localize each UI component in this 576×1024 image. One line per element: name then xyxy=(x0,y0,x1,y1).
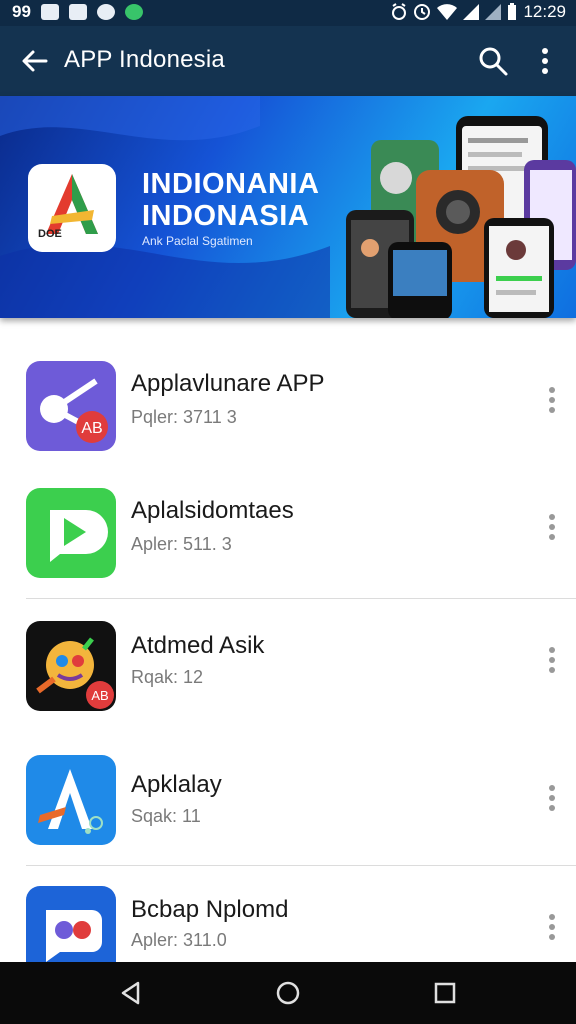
app-detail: Apler: 511. 3 xyxy=(131,534,232,554)
app-robot-icon: AB xyxy=(26,621,116,711)
app-detail: Rqak: 12 xyxy=(131,667,204,687)
status-bar-right: 12:29 xyxy=(391,2,566,22)
status-bar-left-text: 99 xyxy=(12,2,31,21)
banner-logo-text: DOE xyxy=(38,228,62,240)
app-name: Aplalsidomtaes xyxy=(131,497,294,524)
list-item[interactable]: Apklalay Sqak: 11 xyxy=(0,733,576,865)
app-name: Bcbap Nplomd xyxy=(131,896,289,923)
more-vert-icon[interactable] xyxy=(540,512,564,542)
more-vert-icon[interactable] xyxy=(540,645,564,675)
more-vert-icon[interactable] xyxy=(540,385,564,415)
app-chat-icon xyxy=(26,886,116,962)
app-play-icon xyxy=(26,488,116,578)
list-item[interactable]: Aplalsidomtaes Apler: 511. 3 xyxy=(0,464,576,598)
svg-text:AB: AB xyxy=(91,688,108,703)
app-name: Atdmed Asik xyxy=(131,632,265,659)
banner-subtitle: Ank Paclal Sgatimen xyxy=(142,234,253,248)
grid-icon xyxy=(40,4,59,20)
more-vert-icon[interactable] xyxy=(540,783,564,813)
app-detail: Apler: 311.0 xyxy=(131,930,227,950)
svg-text:AB: AB xyxy=(81,420,102,437)
list-item[interactable]: AB Atdmed Asik Rqak: 12 xyxy=(0,599,576,733)
banner-heading-line2: INDONASIA xyxy=(142,200,310,232)
message-icon xyxy=(96,4,115,20)
recents-square-icon[interactable] xyxy=(430,978,460,1008)
back-arrow-icon[interactable] xyxy=(18,44,52,78)
more-vert-icon[interactable] xyxy=(540,912,564,942)
app-name: Applavlunare APP xyxy=(131,370,325,397)
photo-icon xyxy=(68,4,87,20)
signal-icon xyxy=(485,4,502,20)
status-bar: 99 12:29 xyxy=(0,0,576,26)
status-time: 12:29 xyxy=(523,2,566,21)
navigation-bar xyxy=(0,962,576,1024)
clock-icon xyxy=(414,4,431,20)
app-detail: Sqak: 11 xyxy=(131,806,201,826)
app-bar: APP Indonesia xyxy=(0,26,576,96)
more-vert-icon[interactable] xyxy=(530,44,560,78)
list-item[interactable]: Bcbap Nplomd Apler: 311.0 xyxy=(0,866,576,962)
app-a-logo-icon xyxy=(26,755,116,845)
page-title: APP Indonesia xyxy=(64,46,225,73)
app-detail: Pqler: 3711 3 xyxy=(131,407,237,427)
app-name: Apklalay xyxy=(131,771,222,798)
banner-heading-line1: INDIONANIA xyxy=(142,168,320,200)
back-triangle-icon[interactable] xyxy=(116,978,146,1008)
search-icon[interactable] xyxy=(476,44,510,78)
signal-icon xyxy=(463,4,480,20)
wifi-icon xyxy=(437,4,458,20)
battery-icon xyxy=(508,3,517,20)
app-scissors-icon: AB xyxy=(26,361,116,451)
featured-banner[interactable]: DOE INDIONANIA INDONASIA Ank Paclal Sgat… xyxy=(0,96,576,318)
status-bar-left: 99 xyxy=(12,2,143,22)
home-circle-icon[interactable] xyxy=(273,978,303,1008)
vpn-icon xyxy=(124,4,143,20)
alarm-icon xyxy=(392,3,407,20)
list-item[interactable]: AB Applavlunare APP Pqler: 3711 3 xyxy=(0,318,576,464)
phones-illustration xyxy=(346,116,576,318)
